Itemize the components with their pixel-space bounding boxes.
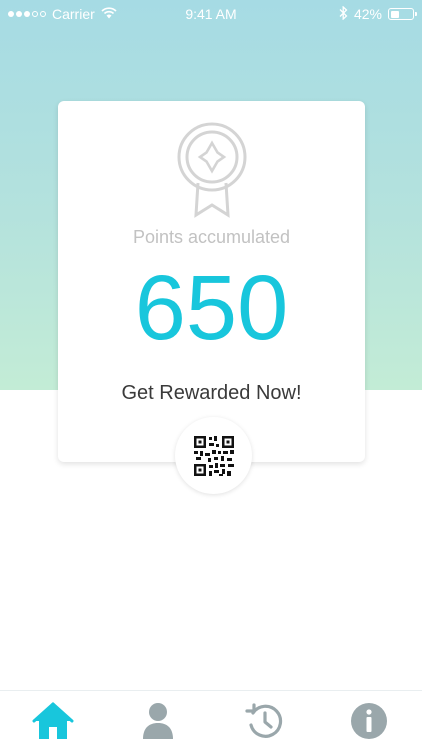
tab-home[interactable] (23, 696, 83, 746)
get-rewarded-button[interactable]: Get Rewarded Now! (58, 382, 365, 405)
signal-strength-icon (8, 11, 46, 17)
tab-profile[interactable] (128, 696, 188, 746)
profile-icon (143, 702, 174, 739)
bluetooth-icon (339, 5, 348, 23)
status-left: Carrier (8, 6, 148, 22)
points-card: Points accumulated 650 Get Rewarded Now! (58, 101, 365, 462)
status-bar: Carrier 9:41 AM 42% (0, 0, 422, 28)
battery-level-fill (390, 10, 400, 18)
history-icon (245, 702, 282, 738)
battery-icon (388, 8, 417, 20)
tab-history[interactable] (234, 696, 294, 746)
award-ribbon-icon (176, 121, 248, 219)
bottom-tab-bar (0, 690, 422, 750)
home-icon (32, 702, 74, 739)
battery-percentage: 42% (353, 6, 382, 22)
qr-code-button[interactable] (175, 417, 252, 494)
wifi-icon (101, 6, 117, 22)
info-icon (351, 702, 388, 739)
points-label: Points accumulated (132, 227, 291, 247)
tab-info[interactable] (339, 696, 399, 746)
qr-code-icon (193, 435, 234, 476)
carrier-name: Carrier (52, 6, 95, 22)
points-value: 650 (134, 257, 289, 359)
status-time: 9:41 AM (185, 6, 237, 22)
status-right: 42% (274, 5, 417, 23)
